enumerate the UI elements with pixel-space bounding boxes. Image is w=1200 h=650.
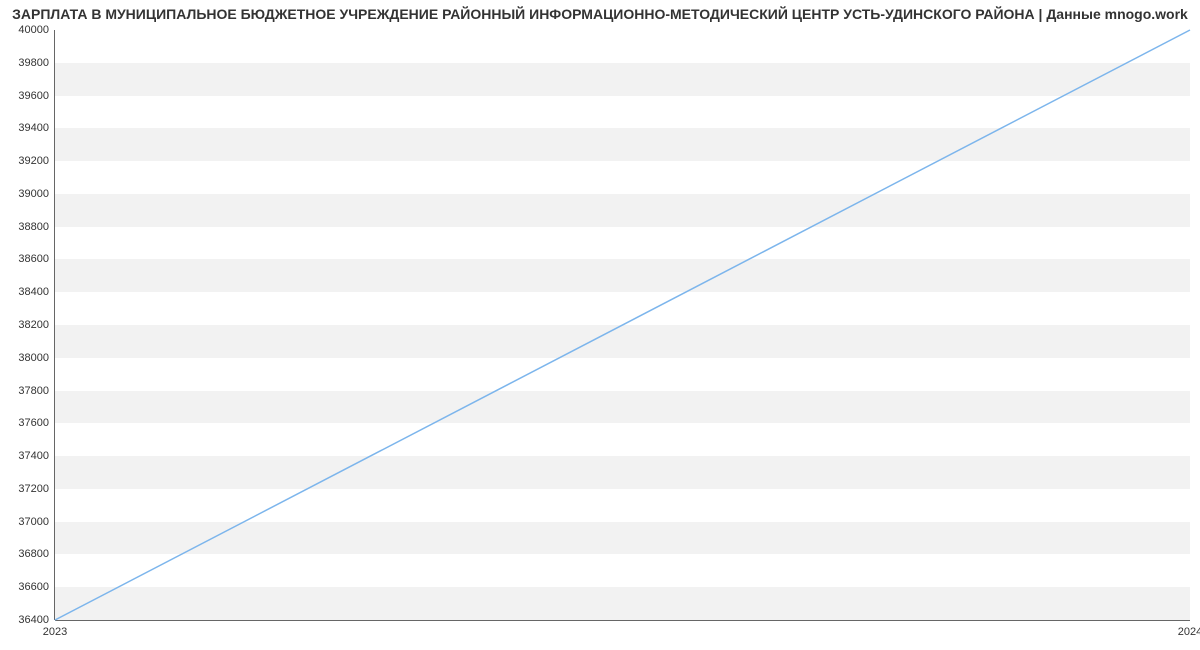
y-tick-label: 37800 <box>18 385 49 397</box>
y-tick-label: 40000 <box>18 24 49 36</box>
x-axis-line <box>55 620 1190 621</box>
y-tick-label: 39000 <box>18 188 49 200</box>
chart-title: ЗАРПЛАТА В МУНИЦИПАЛЬНОЕ БЮДЖЕТНОЕ УЧРЕЖ… <box>0 6 1200 22</box>
y-tick-label: 38000 <box>18 352 49 364</box>
y-tick-label: 36800 <box>18 548 49 560</box>
chart-container: ЗАРПЛАТА В МУНИЦИПАЛЬНОЕ БЮДЖЕТНОЕ УЧРЕЖ… <box>0 0 1200 650</box>
plot-area: 3640036600368003700037200374003760037800… <box>55 30 1190 620</box>
y-tick-label: 39600 <box>18 90 49 102</box>
y-tick-label: 37000 <box>18 516 49 528</box>
y-tick-label: 36600 <box>18 581 49 593</box>
y-tick-label: 37600 <box>18 417 49 429</box>
y-tick-label: 38800 <box>18 221 49 233</box>
y-tick-label: 38600 <box>18 253 49 265</box>
y-tick-label: 39800 <box>18 57 49 69</box>
y-tick-label: 37200 <box>18 483 49 495</box>
data-line <box>55 30 1190 620</box>
x-tick-label: 2023 <box>43 626 67 638</box>
x-tick-label: 2024 <box>1178 626 1200 638</box>
y-tick-label: 38400 <box>18 286 49 298</box>
line-svg <box>55 30 1190 620</box>
y-tick-label: 36400 <box>18 614 49 626</box>
y-tick-label: 38200 <box>18 319 49 331</box>
y-tick-label: 39200 <box>18 155 49 167</box>
y-tick-label: 37400 <box>18 450 49 462</box>
y-tick-label: 39400 <box>18 122 49 134</box>
